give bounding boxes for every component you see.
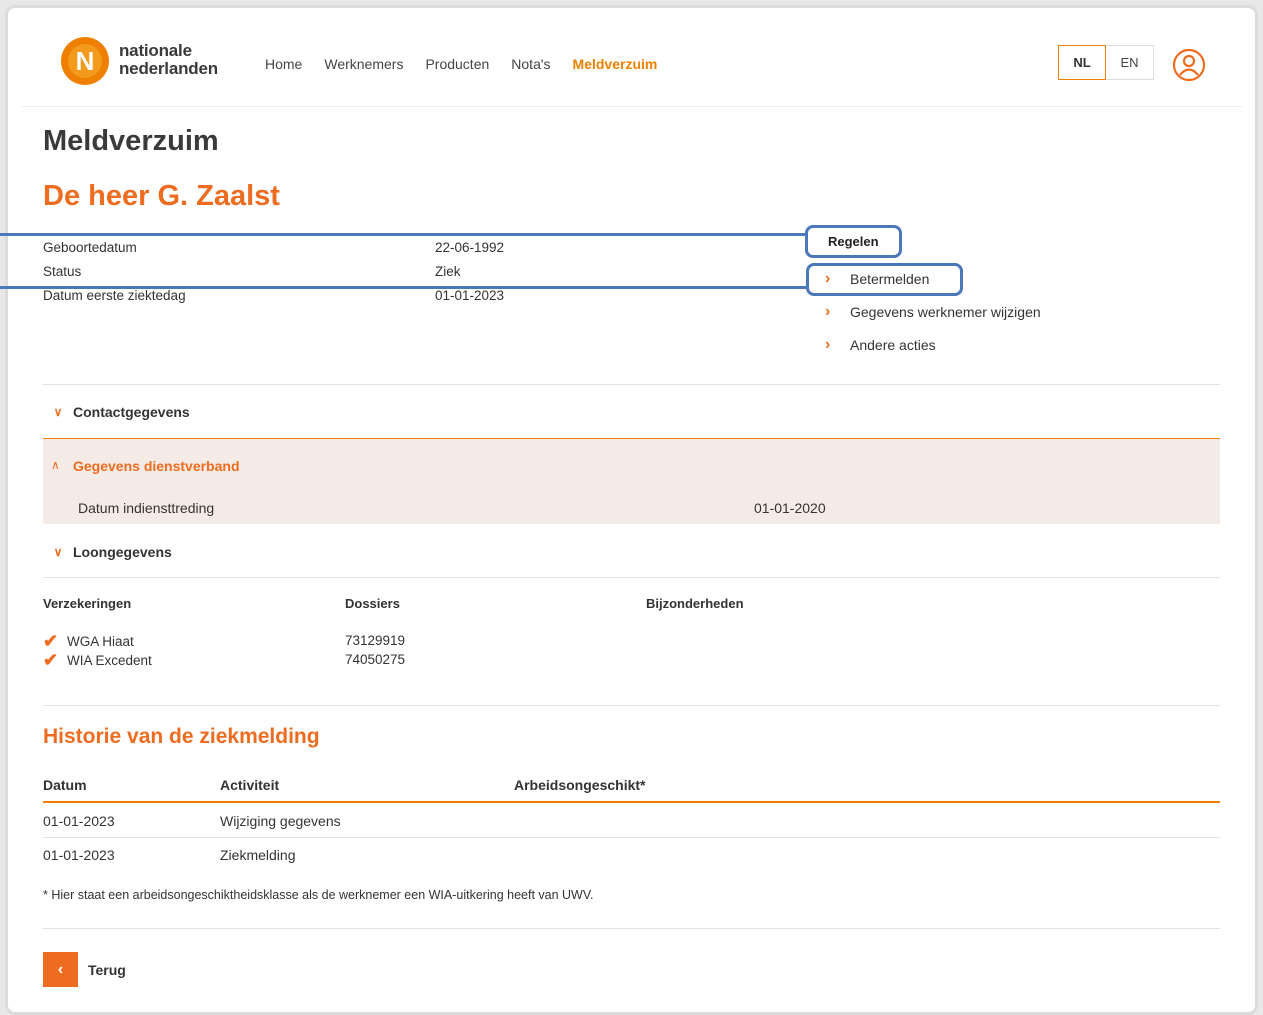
lang-nl-button[interactable]: NL — [1058, 45, 1106, 80]
site-header: N nationale nederlanden Home Werknemers … — [22, 20, 1242, 107]
callout-line — [0, 233, 807, 236]
dossier-number: 73129919 — [345, 633, 406, 648]
chevron-right-icon: › — [825, 336, 831, 353]
history-footnote: * Hier staat een arbeidsongeschiktheidsk… — [43, 888, 594, 902]
svg-text:N: N — [76, 46, 95, 76]
employee-details: Geboortedatum 22-06-1992 Status Ziek Dat… — [43, 240, 504, 312]
chevron-down-icon: ∨ — [53, 405, 63, 419]
nav-notas[interactable]: Nota's — [511, 56, 550, 72]
col-header-verzekeringen: Verzekeringen — [43, 596, 132, 611]
detail-row: Status Ziek — [43, 264, 504, 288]
col-header-bijzonderheden: Bijzonderheden — [646, 596, 744, 611]
insurance-label: WIA Excedent — [67, 653, 152, 668]
detail-label: Datum eerste ziektedag — [43, 288, 186, 303]
history-title: Historie van de ziekmelding — [43, 725, 320, 748]
history-activity: Wijziging gegevens — [220, 813, 341, 829]
brand-name: nationale nederlanden — [119, 42, 218, 78]
action-label: Andere acties — [850, 337, 936, 353]
col-header-dossiers: Dossiers — [345, 596, 400, 611]
main-nav: Home Werknemers Producten Nota's Meldver… — [265, 56, 657, 72]
brand-line-1: nationale — [119, 41, 192, 60]
accordion-contactgegevens[interactable]: ∨ Contactgegevens — [43, 404, 1220, 420]
history-date: 01-01-2023 — [43, 813, 115, 829]
detail-value: Ziek — [435, 264, 461, 279]
nav-producten[interactable]: Producten — [425, 56, 489, 72]
employee-name: De heer G. Zaalst — [43, 180, 280, 212]
detail-label: Geboortedatum — [43, 240, 137, 255]
accordion-loongegevens[interactable]: ∨ Loongegevens — [43, 544, 1220, 560]
history-date: 01-01-2023 — [43, 847, 115, 863]
accordion-label: Loongegevens — [73, 544, 172, 560]
history-header-datum: Datum — [43, 777, 87, 793]
nn-logo-icon[interactable]: N — [60, 36, 110, 86]
back-label[interactable]: Terug — [88, 962, 126, 978]
nav-werknemers[interactable]: Werknemers — [324, 56, 403, 72]
chevron-right-icon: › — [825, 303, 831, 320]
history-header-activiteit: Activiteit — [220, 777, 280, 793]
divider — [43, 705, 1220, 706]
divider — [43, 577, 1220, 578]
table-row-divider — [43, 837, 1220, 838]
chevron-left-icon: ‹ — [57, 960, 64, 978]
detail-label: Status — [43, 264, 82, 279]
insurance-item: ✔ WIA Excedent — [43, 650, 152, 671]
andere-acties-link[interactable]: › Andere acties — [825, 336, 936, 354]
chevron-up-icon: ∧ — [51, 458, 60, 472]
action-label: Gegevens werknemer wijzigen — [850, 304, 1041, 320]
nav-home[interactable]: Home — [265, 56, 302, 72]
accordion-label: Contactgegevens — [73, 404, 190, 420]
divider — [43, 384, 1220, 385]
page-title: Meldverzuim — [43, 125, 219, 157]
detail-value: 22-06-1992 — [435, 240, 505, 255]
history-header-divider — [43, 801, 1220, 803]
back-button[interactable]: ‹ — [43, 952, 78, 987]
detail-row: Datum eerste ziektedag 01-01-2023 — [43, 288, 504, 312]
lang-en-button[interactable]: EN — [1106, 45, 1154, 80]
dossier-number: 74050275 — [345, 652, 406, 667]
betermelden-link[interactable]: › Betermelden — [825, 270, 929, 288]
action-label: Betermelden — [850, 271, 930, 287]
nav-meldverzuim[interactable]: Meldverzuim — [573, 56, 658, 72]
history-activity: Ziekmelding — [220, 847, 296, 863]
insurance-item: ✔ WGA Hiaat — [43, 631, 134, 652]
actions-title: Regelen — [828, 234, 879, 249]
history-header-arbeidsongeschikt: Arbeidsongeschikt* — [514, 777, 646, 793]
check-icon: ✔ — [43, 631, 59, 651]
callout-line — [0, 286, 808, 289]
dienst-label: Datum indiensttreding — [78, 500, 215, 516]
user-icon[interactable] — [1172, 48, 1206, 82]
check-icon: ✔ — [43, 650, 59, 670]
accordion-label: Gegevens dienstverband — [73, 458, 240, 474]
chevron-down-icon: ∨ — [53, 545, 63, 559]
detail-value: 01-01-2023 — [435, 288, 505, 303]
brand-line-2: nederlanden — [119, 59, 218, 78]
language-switch: NL EN — [1058, 45, 1154, 80]
accordion-dienstverband[interactable]: ∧ Gegevens dienstverband Datum indienstt… — [43, 438, 1220, 524]
insurance-label: WGA Hiaat — [67, 634, 134, 649]
chevron-right-icon: › — [825, 270, 831, 287]
divider — [43, 928, 1220, 929]
gegevens-wijzigen-link[interactable]: › Gegevens werknemer wijzigen — [825, 303, 1041, 321]
detail-row: Geboortedatum 22-06-1992 — [43, 240, 504, 264]
dienst-value: 01-01-2020 — [754, 500, 826, 516]
